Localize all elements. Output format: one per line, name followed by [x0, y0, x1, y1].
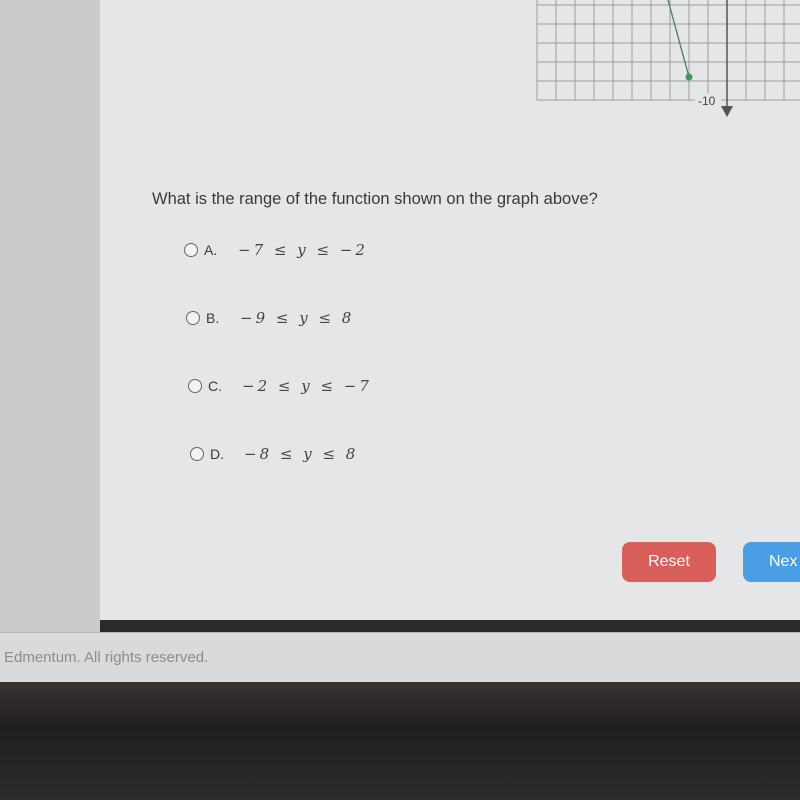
radio-button[interactable]: [186, 311, 200, 325]
copyright-text: Edmentum. All rights reserved.: [4, 649, 209, 666]
option-c[interactable]: C. −2 ≤ y ≤ −7: [188, 377, 372, 395]
radio-button[interactable]: [184, 243, 198, 257]
option-d[interactable]: D. −8 ≤ y ≤ 8: [190, 445, 358, 463]
function-endpoint: [685, 73, 693, 81]
function-line: [667, 0, 690, 78]
option-b[interactable]: B. −9 ≤ y ≤ 8: [186, 309, 354, 327]
radio-button[interactable]: [188, 379, 202, 393]
footer: Edmentum. All rights reserved.: [0, 632, 800, 683]
monitor-bezel: [0, 682, 800, 800]
reset-button[interactable]: Reset: [622, 542, 716, 582]
y-axis-arrow-icon: [721, 106, 733, 117]
function-graph: -10: [536, 0, 800, 117]
y-axis-tick-label: -10: [698, 94, 716, 108]
radio-button[interactable]: [190, 447, 204, 461]
next-button[interactable]: Nex: [743, 542, 800, 582]
question-text: What is the range of the function shown …: [152, 190, 598, 208]
option-a[interactable]: A. −7 ≤ y ≤ −2: [184, 241, 368, 259]
